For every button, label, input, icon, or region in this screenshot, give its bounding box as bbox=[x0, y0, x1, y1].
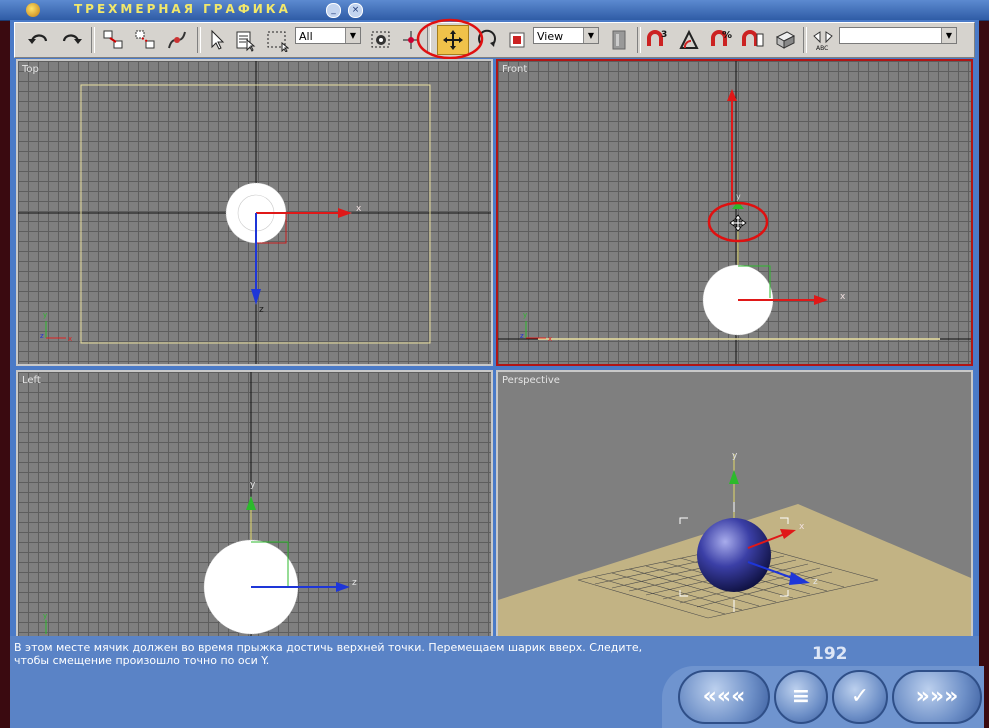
named-selection-dropdown[interactable]: ▼ bbox=[839, 27, 957, 44]
svg-text:y: y bbox=[43, 311, 47, 319]
edit-named-selection-icon[interactable] bbox=[773, 28, 797, 52]
axis-x-label: x bbox=[356, 204, 362, 214]
axis-x-label: x bbox=[840, 292, 846, 302]
svg-text:z: z bbox=[520, 332, 524, 340]
axis-z-label: z bbox=[352, 578, 357, 588]
front-scene: y x y z x bbox=[498, 61, 971, 364]
select-object-icon[interactable] bbox=[205, 28, 229, 52]
window-title: ТРЕХМЕРНАЯ ГРАФИКА bbox=[74, 2, 291, 16]
select-by-name-icon[interactable] bbox=[233, 28, 257, 52]
undo-icon[interactable] bbox=[27, 28, 51, 52]
app-logo-icon bbox=[26, 3, 40, 17]
axis-y-label: y bbox=[732, 451, 738, 461]
svg-text:y: y bbox=[43, 612, 47, 620]
axis-y-label: y bbox=[250, 480, 256, 490]
chevron-down-icon: ▼ bbox=[345, 28, 360, 43]
select-and-scale-icon[interactable] bbox=[505, 28, 529, 52]
rectangular-selection-icon[interactable] bbox=[265, 28, 290, 53]
check-button[interactable]: ✓ bbox=[832, 670, 888, 724]
toolbar-separator bbox=[197, 27, 201, 53]
viewport-perspective[interactable]: Perspective y x z bbox=[496, 370, 973, 638]
svg-text:%: % bbox=[722, 30, 732, 41]
axis-z-label: z bbox=[813, 577, 818, 587]
svg-text:x: x bbox=[548, 335, 552, 343]
redo-icon[interactable] bbox=[59, 28, 83, 52]
move-gizmo-cursor-icon[interactable] bbox=[729, 214, 747, 232]
svg-text:3: 3 bbox=[661, 30, 667, 40]
spinner-snap-icon[interactable] bbox=[741, 28, 765, 52]
axis-z-label: z bbox=[259, 305, 264, 315]
select-and-link-icon[interactable] bbox=[101, 28, 125, 52]
back-button[interactable]: ««« bbox=[678, 670, 770, 724]
svg-text:ABC: ABC bbox=[816, 45, 828, 52]
tutorial-window: ТРЕХМЕРНАЯ ГРАФИКА _ × All ▼ View ▼ 3 % A bbox=[0, 0, 989, 728]
caption-text: В этом месте мячик должен во время прыжк… bbox=[14, 641, 643, 667]
svg-text:z: z bbox=[40, 332, 44, 340]
chevron-down-icon: ▼ bbox=[583, 28, 598, 43]
title-bar: ТРЕХМЕРНАЯ ГРАФИКА _ × bbox=[0, 0, 989, 21]
svg-text:y: y bbox=[523, 311, 527, 319]
top-scene: x z y z x bbox=[18, 61, 491, 364]
axis-tripod: y bbox=[43, 612, 47, 634]
move-tool-highlight-ring bbox=[416, 18, 484, 60]
use-pivot-center-icon[interactable] bbox=[607, 28, 631, 52]
percent-snap-icon[interactable]: % bbox=[709, 28, 733, 52]
coordinate-system-value: View bbox=[537, 30, 564, 43]
minimize-button[interactable]: _ bbox=[326, 3, 341, 18]
main-toolbar: All ▼ View ▼ 3 % ABC ▼ bbox=[14, 22, 975, 58]
selection-filter-dropdown[interactable]: All ▼ bbox=[295, 27, 361, 44]
reference-coordinate-dropdown[interactable]: View ▼ bbox=[533, 27, 599, 44]
selection-filter-value: All bbox=[299, 30, 313, 43]
axis-y-label: y bbox=[736, 192, 741, 201]
page-number: 192 bbox=[812, 644, 848, 664]
forward-button[interactable]: »»» bbox=[892, 670, 982, 724]
mirror-icon[interactable]: ABC bbox=[811, 28, 835, 52]
left-scene: y z y bbox=[43, 372, 357, 636]
toolbar-separator bbox=[637, 27, 641, 53]
close-button[interactable]: × bbox=[348, 3, 363, 18]
snap-3d-icon[interactable]: 3 bbox=[645, 28, 669, 52]
angle-snap-icon[interactable] bbox=[677, 28, 701, 52]
unlink-selection-icon[interactable] bbox=[133, 28, 157, 52]
window-crossing-icon[interactable] bbox=[369, 28, 393, 52]
sphere-shaded[interactable] bbox=[697, 518, 771, 592]
axis-tripod: y z x bbox=[520, 311, 552, 343]
bind-to-space-warp-icon[interactable] bbox=[165, 28, 189, 52]
viewport-left[interactable]: Left y z y bbox=[16, 370, 493, 638]
toolbar-separator bbox=[803, 27, 807, 53]
axis-tripod: y z x bbox=[40, 311, 72, 343]
toolbar-separator bbox=[91, 27, 95, 53]
viewport-front[interactable]: Front y x y z x bbox=[496, 59, 973, 366]
viewport-top[interactable]: Top x z y z x bbox=[16, 59, 493, 366]
contents-button[interactable]: ≡ bbox=[774, 670, 828, 724]
perspective-scene: y x z bbox=[498, 451, 971, 636]
svg-text:x: x bbox=[68, 335, 72, 343]
axis-x-label: x bbox=[799, 522, 805, 532]
chevron-down-icon: ▼ bbox=[941, 28, 956, 43]
